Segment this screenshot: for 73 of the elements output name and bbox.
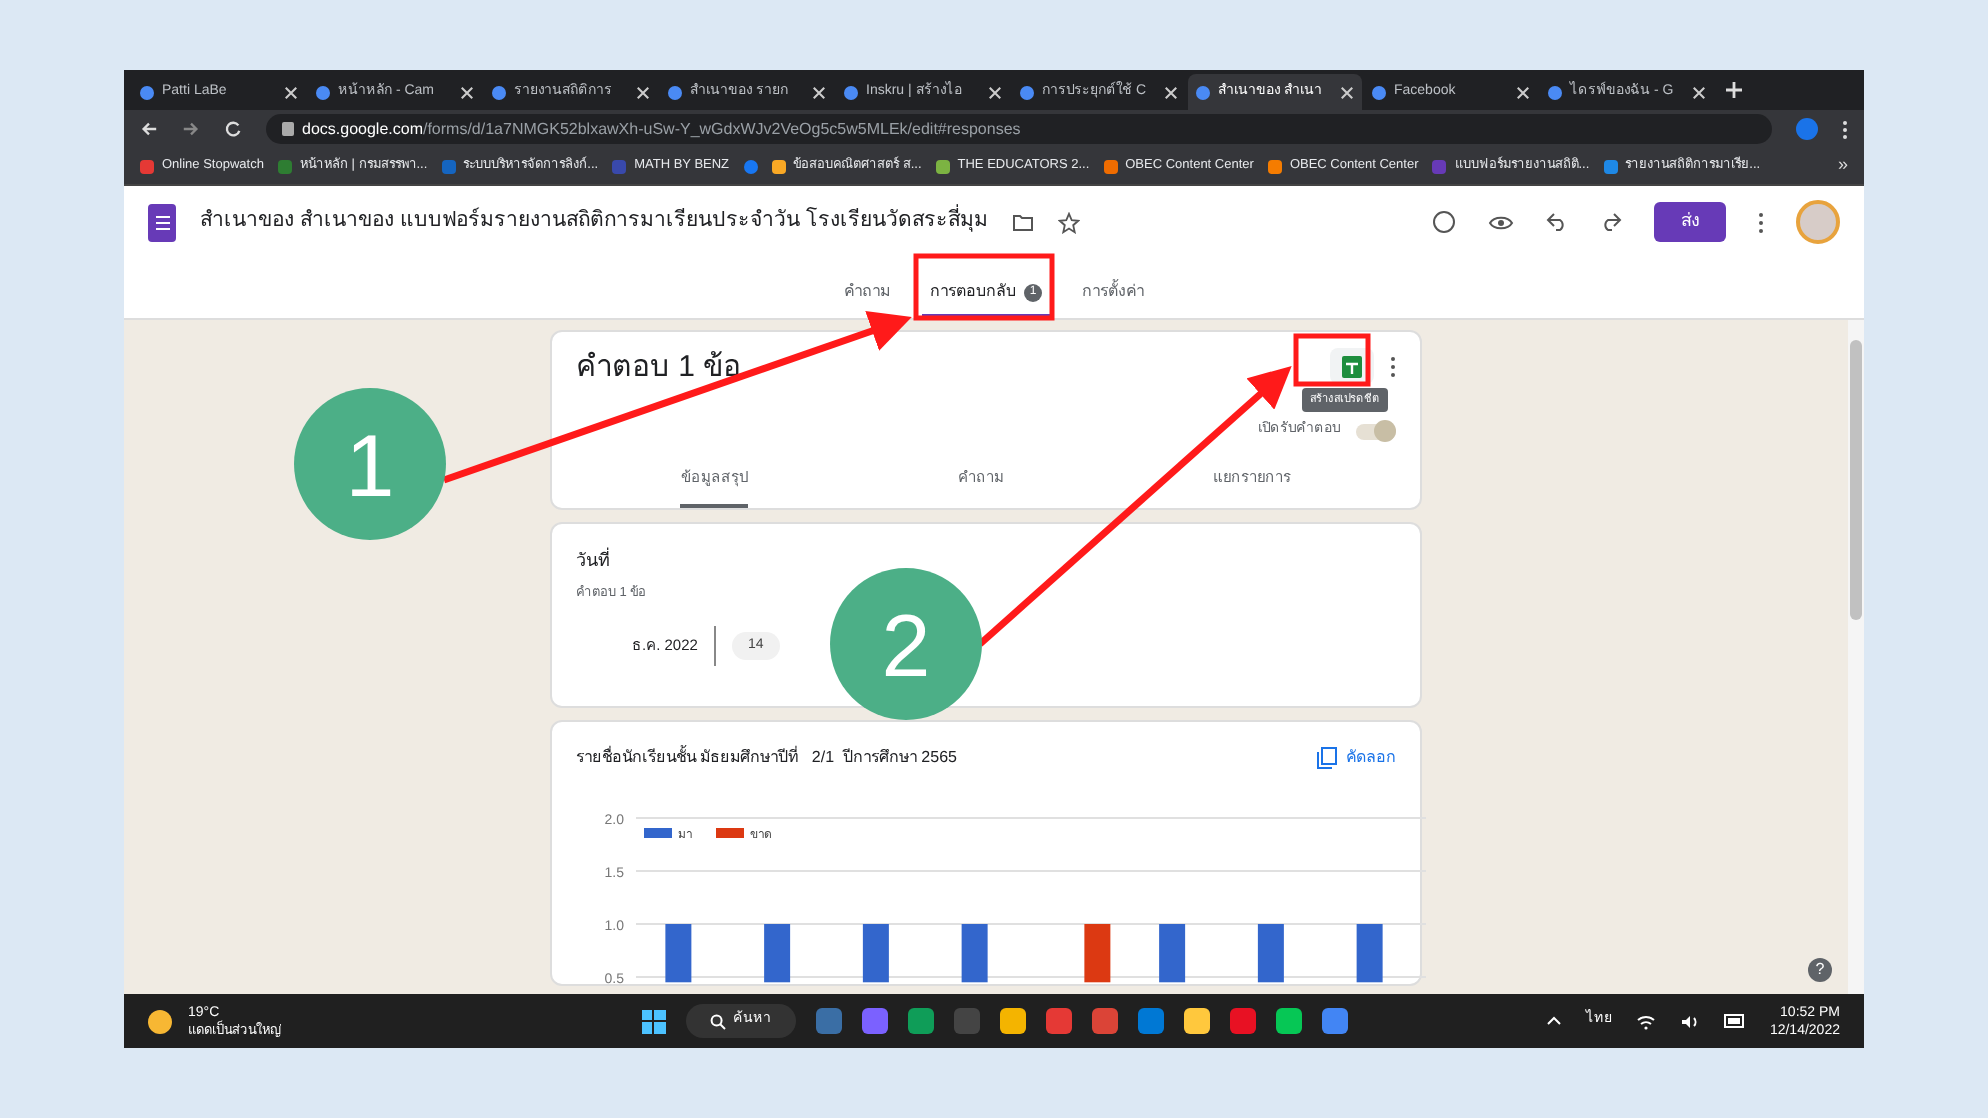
tab-favicon-icon [1372, 85, 1386, 99]
battery-icon[interactable] [1723, 1014, 1746, 1028]
form-tab[interactable]: คำถาม [836, 270, 898, 318]
spreadsheet-icon [1342, 355, 1362, 377]
form-title: สำเนาของ สำเนาของ แบบฟอร์มรายงานสถิติการมาเรียนประจำวัน โรงเรียนวัดสระสี่มุม [200, 206, 988, 237]
redo-icon[interactable] [1600, 212, 1622, 232]
forward-icon[interactable] [182, 120, 200, 138]
tab-favicon-icon [1196, 85, 1210, 99]
bar [1257, 923, 1284, 982]
highlight-frame [1293, 333, 1371, 387]
close-icon[interactable] [1340, 85, 1354, 99]
star-icon[interactable] [1057, 211, 1080, 233]
close-icon[interactable] [636, 85, 650, 99]
close-icon[interactable] [812, 85, 826, 99]
step-number: 2 [881, 598, 931, 696]
bar [1159, 923, 1186, 982]
lock-icon [282, 122, 294, 136]
folder-icon[interactable] [1011, 213, 1034, 231]
responses-heading: คำตอบ 1 ข้อ [576, 352, 742, 382]
bar [665, 923, 692, 982]
bar [764, 923, 791, 982]
close-icon[interactable] [1692, 85, 1706, 99]
tab-favicon-icon [844, 85, 858, 99]
close-icon[interactable] [284, 85, 298, 99]
step-number: 1 [345, 418, 395, 516]
close-icon[interactable] [1516, 85, 1530, 99]
address-bar[interactable]: docs.google.com/forms/d/1a7NMGK52blxawXh-uSw-Y_wGdxWJv2VeOg5c5w5MLEk/edit#responses [266, 114, 1772, 144]
forms-logo-icon[interactable] [148, 203, 176, 241]
tab-favicon-icon [140, 85, 154, 99]
close-icon[interactable] [1164, 85, 1178, 99]
more-bookmarks[interactable]: » [1837, 152, 1848, 180]
chevron-up-icon[interactable] [1545, 1016, 1562, 1026]
profile-avatar[interactable] [1796, 118, 1818, 140]
close-icon[interactable] [988, 85, 1002, 99]
tab-favicon-icon [668, 85, 682, 99]
more-icon[interactable] [1390, 355, 1396, 377]
bar [862, 923, 889, 982]
app-icon[interactable] [1321, 1008, 1347, 1034]
tab-favicon-icon [1548, 85, 1562, 99]
url-text: docs.google.com/forms/d/1a7NMGK52blxawXh-uSw-Y_wGdxWJv2VeOg5c5w5MLEk/edit#responses [302, 117, 1021, 141]
chart-title: รายชื่อนักเรียนชั้น มัธยมศึกษาปีที่ 2/1 ปีการศึกษา 2565 [576, 745, 957, 769]
bar [1084, 923, 1111, 982]
tab-favicon-icon [1020, 85, 1034, 99]
help-button[interactable]: ? [1808, 958, 1832, 982]
highlight-frame [913, 253, 1055, 321]
tab-favicon-icon [492, 85, 506, 99]
menu-icon[interactable] [1842, 119, 1848, 139]
toggle-switch[interactable] [1356, 423, 1396, 439]
speaker-icon[interactable] [1679, 1013, 1700, 1029]
back-icon[interactable] [140, 120, 158, 138]
form-tab[interactable]: การตั้งค่า [1074, 270, 1152, 318]
more-icon[interactable] [1758, 211, 1764, 233]
bookmark-icon[interactable] [743, 159, 758, 173]
copy-button[interactable]: คัดลอก [1316, 745, 1396, 769]
question-title: วันที่ [576, 548, 612, 574]
app-icon[interactable] [1275, 1008, 1301, 1034]
search-icon [709, 1013, 725, 1029]
copy-icon [1316, 745, 1338, 769]
reload-icon[interactable] [224, 120, 242, 138]
app-icon[interactable] [907, 1008, 933, 1034]
new-tab-icon[interactable] [1724, 80, 1744, 100]
undo-icon[interactable] [1546, 212, 1568, 232]
wifi-icon[interactable] [1635, 1013, 1656, 1029]
weather-icon[interactable] [148, 1009, 172, 1033]
app-icon[interactable] [1183, 1008, 1209, 1034]
send-button[interactable]: ส่ง [1654, 202, 1726, 242]
tab-favicon-icon [316, 85, 330, 99]
eye-icon[interactable] [1488, 213, 1514, 231]
bar [961, 923, 988, 982]
app-icon[interactable] [999, 1008, 1025, 1034]
close-icon[interactable] [460, 85, 474, 99]
start-icon[interactable] [641, 1009, 665, 1033]
bar [1356, 923, 1383, 982]
